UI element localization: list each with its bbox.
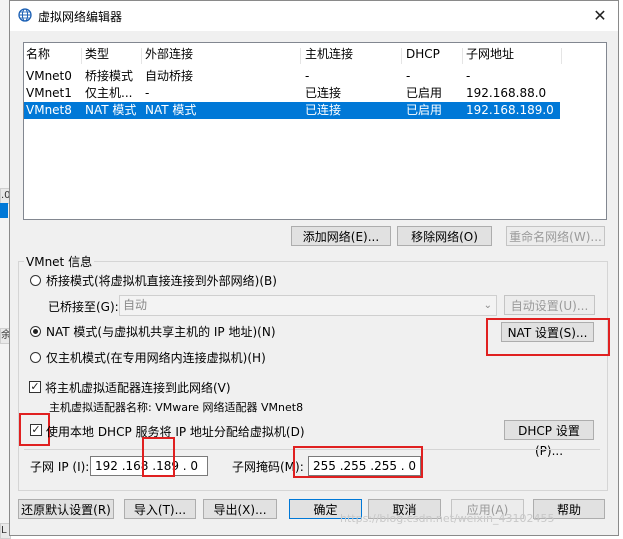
close-icon: ✕ [593,6,607,25]
background-selection [0,203,8,218]
title-bar[interactable]: 虚拟网络编辑器 ✕ [10,1,618,31]
globe-icon [18,8,32,22]
bridged-to-value: 自动 [123,298,148,312]
column-header-subnet[interactable]: 子网地址 [466,46,514,63]
annotation-box [486,318,610,356]
hostonly-mode-radio[interactable] [30,352,41,363]
cell-name: VMnet8 [26,103,72,117]
rename-network-button[interactable]: 重命名网络(W)... [506,226,605,246]
table-row[interactable]: VMnet0 桥接模式 自动桥接 - - - [24,68,606,85]
column-separator [561,48,562,64]
cell-subnet: - [466,69,471,83]
hostonly-mode-label[interactable]: 仅主机模式(在专用网络内连接虚拟机)(H) [46,349,266,366]
column-header-type[interactable]: 类型 [85,46,109,63]
cell-name: VMnet1 [26,86,72,100]
close-button[interactable]: ✕ [582,1,618,31]
cell-host: - [305,69,310,83]
nat-mode-radio[interactable] [30,326,41,337]
table-row-selected[interactable]: VMnet8 NAT 模式 NAT 模式 已连接 已启用 192.168.189… [24,102,560,119]
subnet-ip-label: 子网 IP (I): [30,460,90,474]
table-row[interactable]: VMnet1 仅主机... - 已连接 已启用 192.168.88.0 [24,85,606,102]
cell-external: 自动桥接 [145,69,194,83]
network-list[interactable]: 名称 类型 外部连接 主机连接 DHCP 子网地址 VMnet0 桥接模式 自动… [23,42,607,220]
export-button[interactable]: 导出(X)... [203,499,277,519]
virtual-network-editor-window: 虚拟网络编辑器 ✕ 名称 类型 外部连接 主机连接 DHCP 子网地址 VMne… [9,0,619,536]
import-button[interactable]: 导入(T)... [124,499,196,519]
column-header-name[interactable]: 名称 [26,46,50,63]
cell-type: 仅主机... [85,86,133,100]
connect-adapter-label[interactable]: 将主机虚拟适配器连接到此网络(V) [45,379,231,396]
restore-defaults-button[interactable]: 还原默认设置(R) [18,499,114,519]
chevron-down-icon: ⌄ [483,300,492,311]
annotation-box [142,437,175,477]
add-network-button[interactable]: 添加网络(E)... [291,226,391,246]
list-header: 名称 类型 外部连接 主机连接 DHCP 子网地址 [24,46,606,64]
column-separator [81,48,82,64]
cell-external: NAT 模式 [145,103,197,117]
column-separator [401,48,402,64]
cell-type: NAT 模式 [85,103,137,117]
remove-network-button[interactable]: 移除网络(O) [397,226,492,246]
cell-dhcp: 已启用 [406,86,443,100]
vmnet-info-title: VMnet 信息 [24,253,95,270]
dhcp-settings-button[interactable]: DHCP 设置(P)... [504,420,594,458]
bridged-mode-label[interactable]: 桥接模式(将虚拟机直接连接到外部网络)(B) [46,272,277,289]
cell-dhcp: - [406,69,411,83]
cell-host: 已连接 [305,86,342,100]
connect-adapter-checkbox[interactable]: ✓ [29,381,41,393]
cell-type: 桥接模式 [85,69,134,83]
bridged-to-select[interactable]: 自动 ⌄ [119,295,497,316]
bridged-mode-radio[interactable] [30,275,41,286]
column-header-external[interactable]: 外部连接 [145,46,193,63]
column-separator [300,48,301,64]
cell-subnet: 192.168.189.0 [466,103,554,117]
dhcp-label[interactable]: 使用本地 DHCP 服务将 IP 地址分配给虚拟机(D) [46,423,305,440]
window-title: 虚拟网络编辑器 [38,10,123,24]
column-header-dhcp[interactable]: DHCP [406,46,440,63]
cell-subnet: 192.168.88.0 [466,86,547,100]
adapter-name-label: 主机虚拟适配器名称: VMware 网络适配器 VMnet8 [49,401,304,414]
column-header-host[interactable]: 主机连接 [305,46,353,63]
checkmark-icon: ✓ [30,380,40,393]
cell-external: - [145,86,150,100]
nat-mode-label[interactable]: NAT 模式(与虚拟机共享主机的 IP 地址)(N) [46,323,276,340]
column-separator [462,48,463,64]
cell-dhcp: 已启用 [406,103,443,117]
annotation-box [293,446,423,478]
auto-settings-button[interactable]: 自动设置(U)... [504,295,595,315]
column-separator [141,48,142,64]
bridged-to-label: 已桥接至(G): [48,300,119,314]
watermark: https://blog.csdn.net/weixin_43102455 [340,512,555,525]
cell-name: VMnet0 [26,69,72,83]
cell-host: 已连接 [305,103,342,117]
